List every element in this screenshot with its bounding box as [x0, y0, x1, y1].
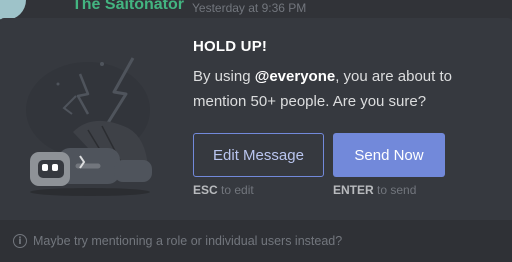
mention-warning-popup: HOLD UP! By using @everyone, you are abo…: [0, 18, 512, 262]
edit-hint-text: to edit: [217, 183, 254, 197]
message-author[interactable]: The Saitonator: [72, 0, 184, 14]
message-timestamp: Yesterday at 9:36 PM: [192, 1, 307, 15]
footer-tip: Maybe try mentioning a role or individua…: [33, 234, 343, 248]
esc-key-label: ESC: [193, 183, 218, 197]
holdup-illustration: [26, 57, 152, 196]
edit-shortcut-hint: ESC to edit: [193, 183, 254, 197]
modal-title: HOLD UP!: [193, 38, 268, 55]
enter-key-label: ENTER: [333, 183, 374, 197]
modal-body: By using @everyone, you are about to men…: [193, 64, 493, 114]
send-hint-text: to send: [373, 183, 417, 197]
info-icon: i: [13, 234, 27, 248]
everyone-mention: @everyone: [254, 68, 336, 85]
body-prefix: By using: [193, 68, 255, 85]
modal-footer: i Maybe try mentioning a role or individ…: [0, 220, 512, 262]
send-now-button[interactable]: Send Now: [333, 133, 445, 177]
send-shortcut-hint: ENTER to send: [333, 183, 416, 197]
edit-message-button[interactable]: Edit Message: [193, 133, 324, 177]
avatar[interactable]: [0, 0, 26, 20]
